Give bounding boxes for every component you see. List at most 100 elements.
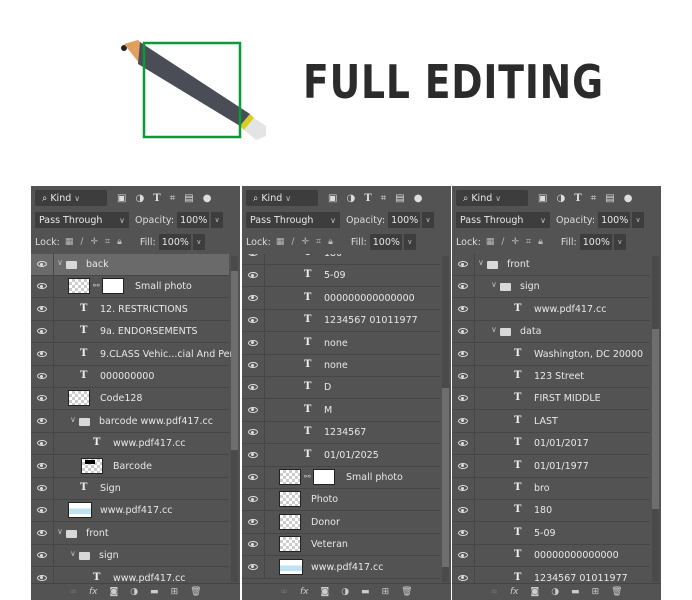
visibility-eye-icon[interactable] xyxy=(248,317,258,324)
visibility-eye-icon[interactable] xyxy=(37,261,47,267)
layer-group-row[interactable]: ∨ front xyxy=(452,254,650,276)
link-layers-icon[interactable]: ∞ xyxy=(490,587,498,597)
visibility-eye-icon[interactable] xyxy=(248,272,258,279)
layer-group-row[interactable]: ∨ front xyxy=(31,522,229,545)
layer-row[interactable]: T LAST xyxy=(452,410,650,433)
visibility-eye-icon[interactable] xyxy=(248,294,258,301)
layer-row[interactable]: Barcode xyxy=(31,455,229,478)
fill-input[interactable]: 100% xyxy=(369,234,402,250)
layer-row[interactable]: T FIRST MIDDLE xyxy=(452,388,650,411)
visibility-eye-icon[interactable] xyxy=(458,574,468,581)
visibility-eye-icon[interactable] xyxy=(458,462,468,469)
layer-row[interactable]: T Washington, DC 20000 xyxy=(452,343,650,366)
new-layer-icon[interactable]: ⊞ xyxy=(382,587,390,597)
layer-row[interactable]: T 01/01/1977 xyxy=(452,455,650,478)
lock-move-icon[interactable]: ✛ xyxy=(301,237,309,247)
layer-row[interactable]: T 00000000000000 xyxy=(452,545,650,568)
layer-row[interactable]: T 01/01/2025 xyxy=(242,444,440,467)
delete-layer-icon[interactable]: 🗑︎ xyxy=(611,587,622,597)
layer-group-row[interactable]: ∨ back xyxy=(31,254,229,276)
visibility-eye-icon[interactable] xyxy=(37,574,47,581)
layer-group-row[interactable]: ∨ data xyxy=(452,321,650,344)
fill-input[interactable]: 100% xyxy=(579,234,612,250)
layer-row[interactable]: Photo xyxy=(242,489,440,512)
adjustment-layer-icon[interactable]: ◑ xyxy=(130,587,138,597)
adjustment-layer-icon[interactable]: ◑ xyxy=(341,587,349,597)
visibility-eye-icon[interactable] xyxy=(458,261,468,267)
delete-layer-icon[interactable]: 🗑︎ xyxy=(401,587,412,597)
visibility-eye-icon[interactable] xyxy=(37,529,47,536)
layer-group-row[interactable]: ∨ sign xyxy=(31,545,229,568)
visibility-eye-icon[interactable] xyxy=(458,395,468,402)
visibility-eye-icon[interactable] xyxy=(37,373,47,379)
add-mask-icon[interactable]: ◙ xyxy=(109,587,118,597)
visibility-eye-icon[interactable] xyxy=(37,462,47,469)
smart-object-filter-icon[interactable]: ▤ xyxy=(395,193,404,204)
layer-row[interactable]: T 1234567 01011977 xyxy=(242,310,440,333)
lock-all-icon[interactable]: 🔒︎ xyxy=(538,237,543,247)
layer-row[interactable]: T 1234567 01011977 xyxy=(452,567,650,584)
scrollbar[interactable] xyxy=(652,256,659,582)
scrollbar-thumb[interactable] xyxy=(231,270,238,450)
adjustment-filter-icon[interactable]: ◑ xyxy=(135,193,144,204)
layer-row[interactable]: T Sign xyxy=(31,478,229,500)
visibility-eye-icon[interactable] xyxy=(248,362,258,368)
link-layers-icon[interactable]: ∞ xyxy=(280,587,288,597)
visibility-eye-icon[interactable] xyxy=(37,552,47,559)
visibility-eye-icon[interactable] xyxy=(248,451,258,458)
visibility-eye-icon[interactable] xyxy=(458,328,468,335)
opacity-dropdown[interactable]: ∨ xyxy=(211,212,224,228)
chevron-down-icon[interactable]: ∨ xyxy=(57,258,63,267)
visibility-eye-icon[interactable] xyxy=(37,283,47,290)
visibility-eye-icon[interactable] xyxy=(248,518,258,525)
link-layers-icon[interactable]: ∞ xyxy=(69,587,77,597)
visibility-eye-icon[interactable] xyxy=(248,429,258,436)
visibility-eye-icon[interactable] xyxy=(458,507,468,514)
fx-icon[interactable]: fx xyxy=(89,587,98,597)
layer-row[interactable]: T 1234567 xyxy=(242,422,440,445)
filter-toggle-icon[interactable]: ● xyxy=(624,193,633,204)
fill-dropdown[interactable]: ∨ xyxy=(613,234,626,250)
lock-brush-icon[interactable]: ∕ xyxy=(501,237,504,247)
layer-row[interactable]: T 123 Street xyxy=(452,366,650,388)
chevron-down-icon[interactable]: ∨ xyxy=(57,527,63,536)
kind-filter-select[interactable]: ⌕ Kind ∨ xyxy=(35,190,107,206)
blend-mode-select[interactable]: Pass Through ∨ xyxy=(35,212,129,228)
mask-link-icon[interactable]: ⚯ xyxy=(304,472,311,481)
lock-transparency-icon[interactable]: ▦ xyxy=(486,237,495,247)
chevron-down-icon[interactable]: ∨ xyxy=(70,415,76,424)
smart-object-filter-icon[interactable]: ▤ xyxy=(184,193,193,204)
new-group-icon[interactable]: ▬ xyxy=(361,587,370,597)
lock-move-icon[interactable]: ✛ xyxy=(90,237,98,247)
layer-row[interactable]: www.pdf417.cc xyxy=(242,556,440,579)
layer-row[interactable]: T 000000000000000 xyxy=(242,287,440,310)
layer-group-row[interactable]: ∨ barcode www.pdf417.cc xyxy=(31,410,229,433)
pixel-filter-icon[interactable]: ▣ xyxy=(117,193,126,204)
lock-brush-icon[interactable]: ∕ xyxy=(291,237,294,247)
visibility-eye-icon[interactable] xyxy=(248,474,258,480)
lock-artboard-icon[interactable]: ⌗ xyxy=(526,237,531,247)
layer-row[interactable]: T 180 xyxy=(452,500,650,523)
fx-icon[interactable]: fx xyxy=(300,587,309,597)
visibility-eye-icon[interactable] xyxy=(458,350,468,357)
pixel-filter-icon[interactable]: ▣ xyxy=(538,193,547,204)
new-group-icon[interactable]: ▬ xyxy=(571,587,580,597)
mask-link-icon[interactable]: ⚯ xyxy=(93,281,100,290)
visibility-eye-icon[interactable] xyxy=(248,406,258,413)
visibility-eye-icon[interactable] xyxy=(248,384,258,391)
visibility-eye-icon[interactable] xyxy=(458,440,468,447)
scrollbar[interactable] xyxy=(442,256,449,582)
layer-row[interactable]: T 180 xyxy=(242,254,440,265)
lock-brush-icon[interactable]: ∕ xyxy=(80,237,83,247)
visibility-eye-icon[interactable] xyxy=(37,350,47,357)
layer-row[interactable]: T 000000000 xyxy=(31,366,229,388)
layer-row[interactable]: T 5-09 xyxy=(452,522,650,545)
layer-row[interactable]: Donor xyxy=(242,511,440,534)
opacity-dropdown[interactable]: ∨ xyxy=(422,212,435,228)
visibility-eye-icon[interactable] xyxy=(37,440,47,447)
opacity-input[interactable]: 100% xyxy=(598,212,631,228)
add-mask-icon[interactable]: ◙ xyxy=(320,587,329,597)
shape-filter-icon[interactable]: ⌗ xyxy=(170,193,176,204)
visibility-eye-icon[interactable] xyxy=(458,283,468,290)
scrollbar[interactable] xyxy=(231,256,238,582)
